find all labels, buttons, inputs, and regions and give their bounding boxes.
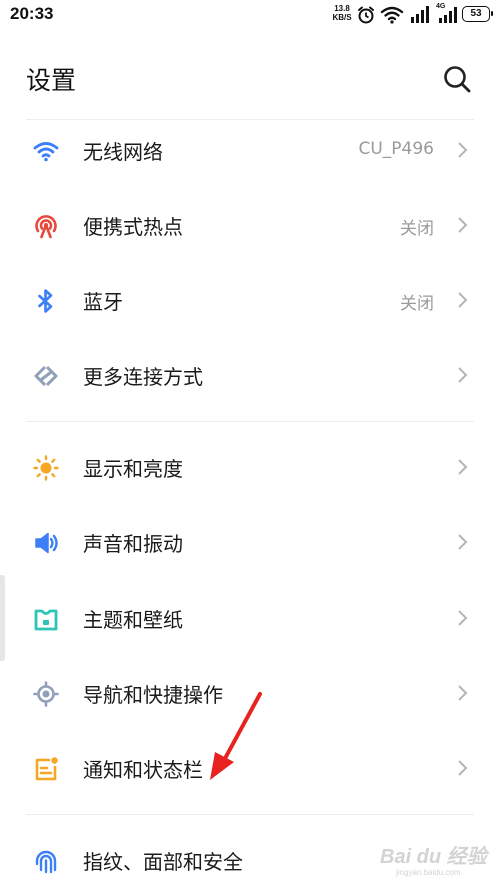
alarm-icon bbox=[358, 6, 374, 24]
wifi-icon bbox=[33, 142, 59, 162]
setting-label: 更多连接方式 bbox=[83, 365, 203, 389]
chevron-right-icon bbox=[458, 685, 468, 701]
header: 设置 bbox=[0, 40, 500, 116]
setting-label: 便携式热点 bbox=[83, 215, 183, 239]
setting-hotspot[interactable]: 便携式热点 关闭 bbox=[0, 189, 500, 261]
watermark-logo: Bai du 经验 jingyan.baidu.com bbox=[380, 846, 487, 877]
setting-label: 显示和亮度 bbox=[83, 457, 183, 481]
chevron-right-icon bbox=[458, 534, 468, 550]
setting-label: 通知和状态栏 bbox=[83, 758, 203, 782]
setting-label: 声音和振动 bbox=[83, 532, 183, 556]
network-speed: 13.8 KB/S bbox=[332, 4, 352, 22]
setting-value: CU_P496 bbox=[358, 139, 434, 159]
page-title: 设置 bbox=[26, 66, 77, 95]
chevron-right-icon bbox=[458, 292, 468, 308]
status-bar: 20:33 13.8 KB/S 4G 53 bbox=[0, 0, 500, 32]
theme-icon bbox=[34, 609, 58, 631]
setting-display[interactable]: 显示和亮度 bbox=[0, 431, 500, 503]
status-time: 20:33 bbox=[10, 4, 54, 23]
more-connections-icon bbox=[34, 365, 58, 387]
sun-icon bbox=[33, 455, 59, 481]
divider bbox=[26, 814, 474, 815]
signal-icon bbox=[411, 6, 429, 23]
setting-theme[interactable]: 主题和壁纸 bbox=[0, 582, 500, 654]
chevron-right-icon bbox=[458, 610, 468, 626]
bluetooth-icon bbox=[38, 289, 53, 313]
search-icon[interactable] bbox=[440, 62, 474, 96]
wifi-icon bbox=[380, 6, 404, 24]
divider bbox=[26, 421, 474, 422]
speaker-icon bbox=[35, 532, 58, 554]
setting-label: 指纹、面部和安全 bbox=[83, 850, 243, 874]
setting-bluetooth[interactable]: 蓝牙 关闭 bbox=[0, 264, 500, 336]
setting-value: 关闭 bbox=[400, 294, 434, 314]
setting-more-connections[interactable]: 更多连接方式 bbox=[0, 339, 500, 411]
annotation-arrow-icon bbox=[210, 692, 262, 780]
notification-icon bbox=[35, 757, 58, 781]
edge-handle[interactable] bbox=[0, 575, 5, 661]
navigation-icon bbox=[33, 681, 59, 707]
setting-label: 主题和壁纸 bbox=[83, 608, 183, 632]
setting-label: 蓝牙 bbox=[83, 290, 123, 314]
chevron-right-icon bbox=[458, 367, 468, 383]
chevron-right-icon bbox=[458, 459, 468, 475]
hotspot-icon bbox=[35, 215, 57, 239]
chevron-right-icon bbox=[458, 142, 468, 158]
setting-sound[interactable]: 声音和振动 bbox=[0, 506, 500, 578]
signal-4g-icon bbox=[439, 7, 457, 23]
setting-value: 关闭 bbox=[400, 219, 434, 239]
chevron-right-icon bbox=[458, 217, 468, 233]
chevron-right-icon bbox=[458, 760, 468, 776]
fingerprint-icon bbox=[35, 850, 57, 874]
setting-label: 无线网络 bbox=[83, 140, 163, 164]
setting-wifi[interactable]: 无线网络 CU_P496 bbox=[0, 114, 500, 186]
battery-icon: 53 bbox=[462, 6, 493, 22]
